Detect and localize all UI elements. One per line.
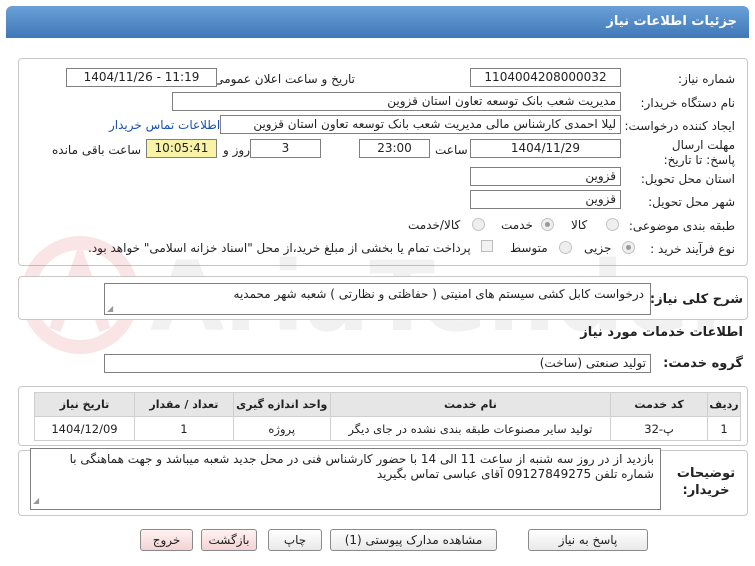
cell-quantity: 1 [133,416,234,441]
print-button[interactable]: چاپ [268,529,322,551]
col-row: ردیف [707,392,741,417]
creator-label: ایجاد کننده درخواست: [624,119,735,133]
remaining-time-label: ساعت باقی مانده [52,143,142,157]
need-number-label: شماره نیاز: [678,72,735,86]
buyer-org-field: مدیریت شعب بانک توسعه تعاون استان قزوین [172,92,621,111]
cell-row: 1 [707,416,741,441]
deadline-date-field: 1404/11/29 [470,139,621,158]
cell-service-code: پ-32 [610,416,709,441]
col-unit: واحد اندازه گیری [232,392,331,417]
process-minor-radio[interactable] [622,241,635,254]
category-service-radio[interactable] [541,218,554,231]
attachments-button[interactable]: مشاهده مدارک پیوستی (1) [330,529,497,551]
page-title: جزئیات اطلاعات نیاز [606,14,737,29]
resize-handle-icon[interactable]: ◢ [107,304,113,313]
buyer-notes-textarea[interactable]: بازدید از در روز سه شنبه از ساعت 11 الی … [30,448,661,510]
treasury-payment-checkbox[interactable] [481,240,493,252]
cell-unit: پروژه [232,416,331,441]
page-header: جزئیات اطلاعات نیاز [6,6,749,38]
services-table-header: ردیف کد خدمت نام خدمت واحد اندازه گیری ت… [34,392,741,417]
back-button[interactable]: بازگشت [201,529,257,551]
services-section-title: اطلاعات خدمات مورد نیاز [580,325,743,340]
days-label: روز و [223,143,250,157]
service-group-field: تولید صنعتی (ساخت) [104,354,651,373]
cell-need-date: 1404/12/09 [34,416,135,441]
summary-label: شرح کلی نیاز: [649,292,743,307]
category-goods-radio[interactable] [606,218,619,231]
notes-resize-handle-icon[interactable]: ◢ [33,493,39,508]
table-row: 1 پ-32 تولید سایر مصنوعات طبقه بندی نشده… [34,416,741,441]
need-number-field: 1104004208000032 [470,68,621,87]
treasury-payment-note: پرداخت تمام یا بخشی از مبلغ خرید،از محل … [88,241,471,255]
city-field: قزوین [470,190,621,209]
category-label: طبقه بندی موضوعی: [628,219,735,233]
buyer-notes-text: بازدید از در روز سه شنبه از ساعت 11 الی … [69,452,654,481]
exit-button[interactable]: خروج [140,529,193,551]
category-goods-service-radio[interactable] [472,218,485,231]
deadline-time-label: ساعت [435,143,468,157]
remaining-time-field: 10:05:41 [146,139,217,158]
announce-datetime-field: 1404/11/26 - 11:19 [66,68,217,87]
process-type-label: نوع فرآیند خرید : [650,242,735,256]
services-table: ردیف کد خدمت نام خدمت واحد اندازه گیری ت… [34,392,741,441]
buyer-notes-label: توضیحات خریدار: [676,466,736,498]
col-service-name: نام خدمت [329,392,612,417]
summary-textarea[interactable]: درخواست کابل کشی سیستم های امنیتی ( حفاظ… [104,283,651,315]
deadline-time-field: 23:00 [359,139,430,158]
process-medium-radio[interactable] [559,241,572,254]
buyer-org-label: نام دستگاه خریدار: [640,96,736,110]
col-need-date: تاریخ نیاز [34,392,135,417]
col-service-code: کد خدمت [610,392,709,417]
creator-field: لیلا احمدی کارشناس مالی مدیریت شعب بانک … [220,115,621,134]
process-minor-label: جزیی [584,241,612,255]
category-goods-service-label: کالا/خدمت [408,218,461,232]
days-remaining-field: 3 [250,139,321,158]
cell-service-name: تولید سایر مصنوعات طبقه بندی نشده در جای… [329,416,612,441]
city-label: شهر محل تحویل: [648,195,735,209]
service-group-label: گروه خدمت: [663,356,743,371]
process-medium-label: متوسط [510,241,548,255]
province-label: استان محل تحویل: [640,172,735,186]
need-info-panel [18,58,748,266]
buyer-contact-link[interactable]: اطلاعات تماس خریدار [109,118,220,132]
category-service-label: خدمت [501,218,533,232]
deadline-label: مهلت ارسال پاسخ: تا تاریخ: [663,138,735,167]
category-goods-label: کالا [571,218,588,232]
reply-button[interactable]: پاسخ به نیاز [528,529,648,551]
summary-text: درخواست کابل کشی سیستم های امنیتی ( حفاظ… [233,287,644,301]
announce-datetime-label: تاریخ و ساعت اعلان عمومی: [210,72,355,86]
province-field: قزوین [470,167,621,186]
col-quantity: تعداد / مقدار [133,392,234,417]
